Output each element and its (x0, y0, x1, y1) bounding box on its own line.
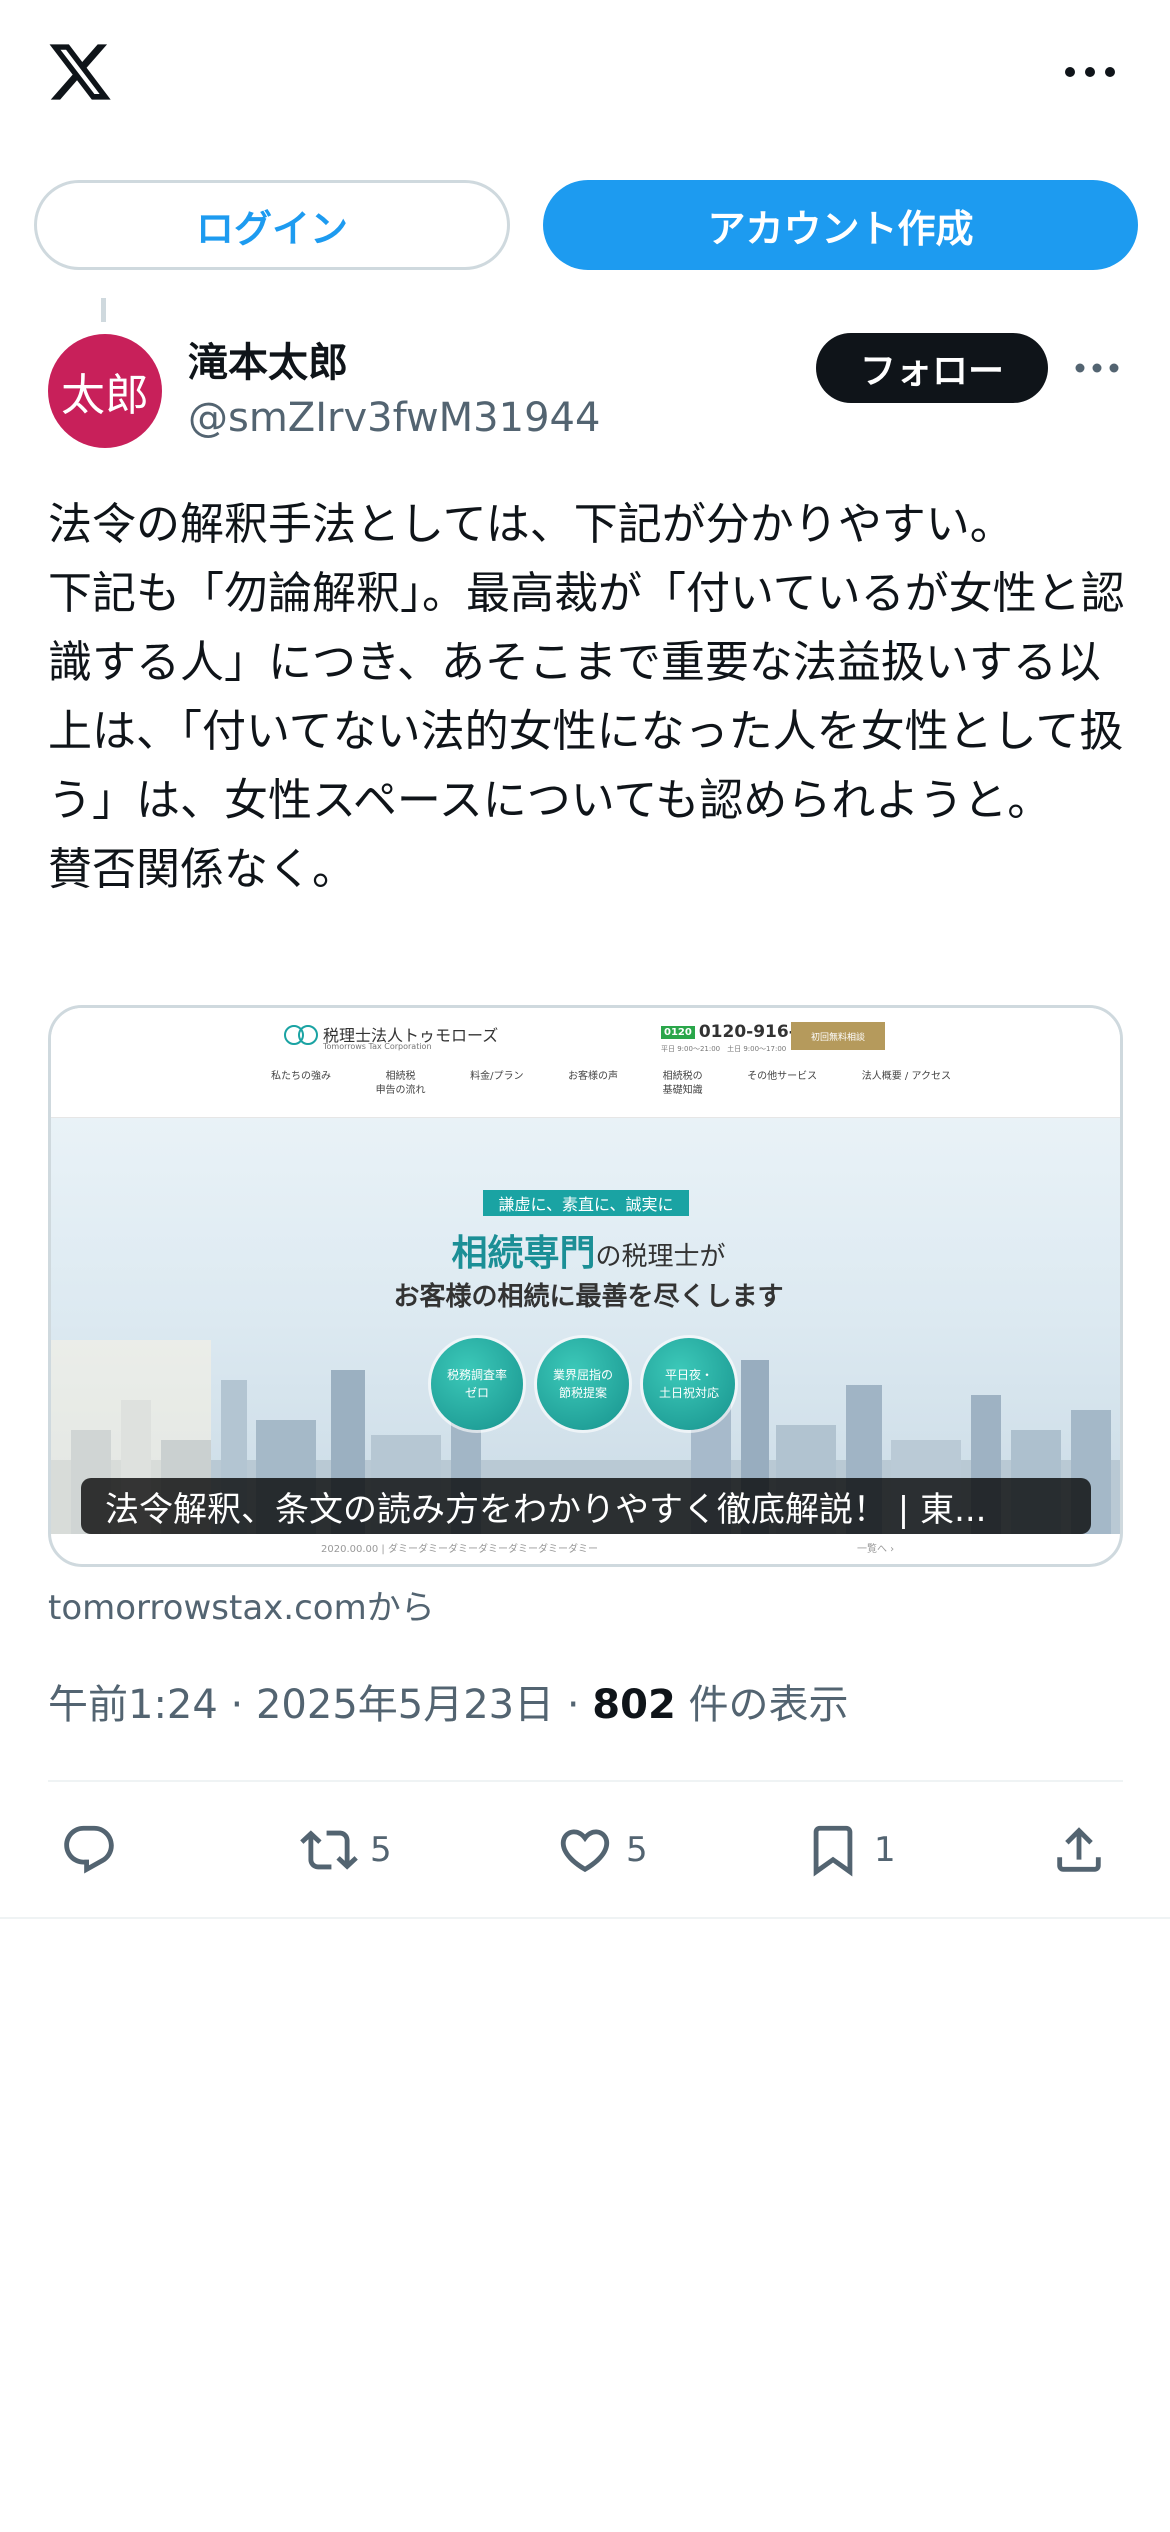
hero-tag: 謙虚に、素直に、誠実に (483, 1190, 689, 1216)
action-bar: 5 5 1 (0, 1812, 1170, 1888)
reply-button[interactable] (60, 1812, 130, 1888)
meta-separator: · (230, 1682, 244, 1728)
bookmark-button[interactable]: 1 (804, 1812, 896, 1888)
site-news-more: 一覧へ › (857, 1544, 895, 1555)
author-handle[interactable]: @smZIrv3fwM31944 (188, 395, 600, 441)
post-text: 法令の解釈手法としては、下記が分かりやすい。 下記も「勿論解釈」。最高裁が「付い… (48, 499, 1125, 895)
site-nav-item: お客様の声 (568, 1071, 619, 1082)
site-nav-item: 料金/プラン (470, 1071, 524, 1082)
reply-icon (64, 1825, 114, 1874)
share-icon (1057, 1827, 1101, 1872)
site-logo-icon (284, 1025, 318, 1045)
site-cta: 初回無料相談 (791, 1022, 885, 1050)
share-button[interactable] (1050, 1812, 1120, 1888)
hero-badge: 税務調査率 ゼロ (431, 1338, 523, 1430)
hero-badge: 業界屈指の 節税提案 (537, 1338, 629, 1430)
like-button[interactable]: 5 (556, 1812, 648, 1888)
divider (48, 1780, 1123, 1782)
views-label: 件の表示 (688, 1682, 849, 1728)
top-bar (0, 0, 1170, 150)
hero-badge: 平日夜・ 土日祝対応 (643, 1338, 735, 1430)
more-horizontal-icon[interactable] (1060, 52, 1120, 92)
repost-button[interactable]: 5 (300, 1812, 392, 1888)
author-display-name[interactable]: 滝本太郎 (188, 330, 348, 388)
hero-headline: 相続専門の税理士が (51, 1224, 1120, 1276)
divider (0, 1917, 1170, 1919)
hero-headline-emphasis: 相続専門 (451, 1232, 596, 1274)
repost-icon (300, 1830, 358, 1870)
site-phone-hours: 平日 9:00〜21:00 土日 9:00〜17:00 (661, 1045, 787, 1053)
card-domain[interactable]: tomorrowstax.comから (48, 1580, 435, 1629)
meta-separator: · (566, 1682, 580, 1728)
login-button[interactable]: ログイン (34, 180, 510, 270)
x-logo-icon[interactable] (44, 38, 116, 106)
thread-line (101, 298, 106, 322)
post-more-icon[interactable] (1072, 350, 1122, 386)
site-header: 税理士法人トゥモローズ Tomorrows Tax Corporation 01… (51, 1008, 1120, 1118)
site-nav-item: 法人概要 / アクセス (861, 1071, 951, 1082)
post-meta: 午前1:24 · 2025年5月23日 · 802 件の表示 (48, 1672, 849, 1730)
follow-button[interactable]: フォロー (816, 333, 1048, 403)
card-title-overlay[interactable]: 法令解釈、条文の読み方をわかりやすく徹底解説！ | 東... (81, 1478, 1091, 1534)
like-count: 5 (626, 1830, 648, 1870)
site-news-text: 2020.00.00 | ダミーダミーダミーダミーダミーダミーダミー (321, 1544, 598, 1555)
views-count: 802 (592, 1682, 676, 1728)
bookmark-count: 1 (874, 1830, 896, 1870)
heart-icon (560, 1829, 610, 1873)
bookmark-icon (813, 1825, 853, 1877)
site-nav-item: その他サービス (747, 1071, 818, 1082)
site-nav-item: 私たちの強み (271, 1071, 331, 1082)
link-card[interactable]: 税理士法人トゥモローズ Tomorrows Tax Corporation 01… (48, 1005, 1123, 1567)
phone-free-badge: 0120 (661, 1025, 695, 1039)
site-nav: 私たちの強み 相続税 申告の流れ 料金/プラン お客様の声 相続税の 基礎知識 … (271, 1070, 951, 1098)
hero-headline-rest: の税理士が (595, 1242, 726, 1272)
post-time[interactable]: 午前1:24 (48, 1682, 218, 1728)
site-logo-sub: Tomorrows Tax Corporation (323, 1042, 432, 1051)
post-date[interactable]: 2025年5月23日 (256, 1682, 554, 1728)
signup-button[interactable]: アカウント作成 (543, 180, 1138, 270)
avatar[interactable]: 太郎 (48, 334, 162, 448)
site-nav-item: 相続税の 基礎知識 (662, 1071, 703, 1096)
repost-count: 5 (370, 1830, 392, 1870)
site-nav-item: 相続税 申告の流れ (375, 1071, 426, 1096)
hero-subheadline: お客様の相続に最善を尽くします (393, 1282, 784, 1312)
